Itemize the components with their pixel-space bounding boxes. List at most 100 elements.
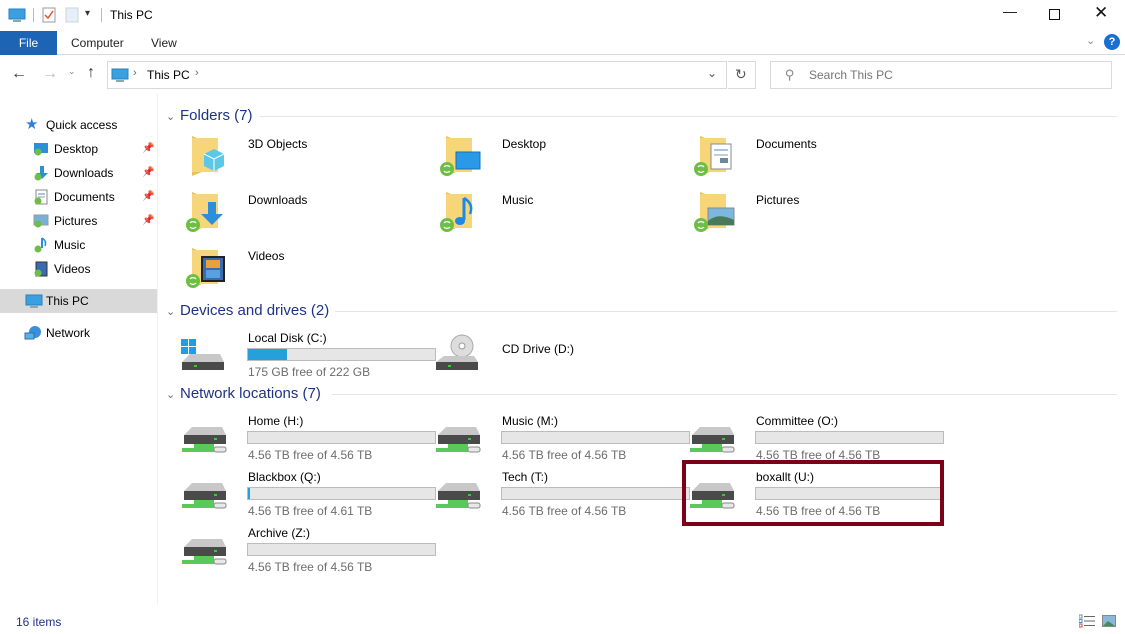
folder-item-music[interactable]: Music — [430, 188, 680, 242]
close-button[interactable]: ✕ — [1094, 3, 1108, 23]
desktop-folder-icon — [440, 136, 481, 176]
drive-usage-bar — [501, 487, 690, 500]
pin-icon[interactable]: 📌 — [142, 161, 154, 185]
expand-ribbon-icon[interactable]: ⌄ — [1086, 34, 1095, 47]
videos-folder-icon — [186, 248, 225, 288]
star-icon: ★ — [25, 116, 39, 133]
navigation-pane: ★ Quick access Desktop 📌 Downloads 📌 Doc… — [0, 94, 158, 604]
drive-item-local-disk-c[interactable]: Local Disk (C:) 175 GB free of 222 GB — [176, 326, 436, 380]
up-button[interactable]: ↑ — [87, 64, 95, 82]
network-drive-item[interactable]: Committee (O:) 4.56 TB free of 4.56 TB — [684, 409, 944, 463]
drive-usage-bar — [501, 431, 690, 444]
drive-free-space: 4.56 TB free of 4.61 TB — [248, 504, 373, 518]
highlight-annotation — [682, 460, 944, 526]
drive-usage-bar — [755, 431, 944, 444]
computer-icon — [111, 68, 129, 82]
sidebar-item-pictures[interactable]: Pictures 📌 — [0, 209, 157, 233]
network-drive-icon — [436, 483, 481, 509]
back-button[interactable]: ← — [11, 65, 27, 83]
documents-folder-icon — [694, 136, 732, 176]
desktop-icon — [34, 143, 48, 156]
details-view-button[interactable] — [1078, 614, 1095, 628]
maximize-button[interactable] — [1049, 9, 1060, 20]
search-icon: ⚲ — [785, 67, 795, 82]
ribbon-tabs: File Computer View ⌄ ? — [0, 31, 1125, 55]
network-drive-item[interactable]: Tech (T:) 4.56 TB free of 4.56 TB — [430, 465, 690, 519]
network-drive-item[interactable]: Archive (Z:) 4.56 TB free of 4.56 TB — [176, 521, 436, 575]
cd-drive-icon — [436, 334, 478, 370]
breadcrumb-chevron-icon[interactable]: › — [195, 67, 199, 79]
sidebar-item-videos[interactable]: Videos — [0, 257, 157, 281]
drive-usage-bar — [247, 348, 436, 361]
folder-item-downloads[interactable]: Downloads — [176, 188, 426, 242]
folder-name: Desktop — [502, 137, 547, 151]
sidebar-item-network[interactable]: Network — [0, 321, 157, 345]
drive-name: CD Drive (D:) — [502, 342, 574, 356]
chevron-down-icon: ⌄ — [166, 111, 176, 123]
minimize-button[interactable]: — — [1003, 3, 1017, 19]
drive-item-cd-drive-d[interactable]: CD Drive (D:) — [430, 326, 680, 380]
computer-icon[interactable] — [8, 8, 26, 23]
tab-view[interactable]: View — [151, 31, 177, 55]
pin-icon[interactable]: 📌 — [142, 185, 154, 209]
folder-name: Videos — [248, 249, 285, 263]
chevron-down-icon: ⌄ — [166, 306, 176, 318]
tab-computer[interactable]: Computer — [71, 31, 124, 55]
drive-name: Music (M:) — [502, 414, 558, 428]
help-icon[interactable]: ? — [1104, 34, 1120, 50]
folder-item-desktop[interactable]: Desktop — [430, 132, 680, 186]
customize-dropdown-icon[interactable]: ▾ — [85, 8, 90, 19]
sidebar-item-this-pc[interactable]: This PC — [0, 289, 157, 313]
sidebar-item-quick-access[interactable]: ★ Quick access — [0, 113, 157, 137]
network-drive-icon — [690, 427, 735, 453]
large-icons-view-button[interactable] — [1102, 614, 1116, 628]
folder-name: Documents — [756, 137, 817, 151]
refresh-button[interactable]: ↻ — [728, 61, 756, 89]
tab-file[interactable]: File — [0, 31, 57, 55]
sidebar-item-documents[interactable]: Documents 📌 — [0, 185, 157, 209]
folder-item-documents[interactable]: Documents — [684, 132, 934, 186]
folder-name: Music — [502, 193, 534, 207]
drive-usage-fill — [248, 488, 250, 499]
group-divider — [260, 116, 1117, 117]
pin-icon[interactable]: 📌 — [142, 137, 154, 161]
address-bar[interactable]: › This PC › ⌄ — [107, 61, 727, 89]
drive-name: Local Disk (C:) — [248, 331, 327, 345]
recent-locations-button[interactable]: ⌄ — [68, 66, 76, 77]
computer-icon — [25, 294, 43, 308]
pictures-icon — [33, 214, 49, 228]
sidebar-item-downloads[interactable]: Downloads 📌 — [0, 161, 157, 185]
sidebar-item-desktop[interactable]: Desktop 📌 — [0, 137, 157, 161]
separator — [101, 8, 102, 22]
network-drive-item[interactable]: Music (M:) 4.56 TB free of 4.56 TB — [430, 409, 690, 463]
drive-name: Tech (T:) — [502, 470, 549, 484]
navigation-bar: ← → ⌄ ↑ › This PC › ⌄ ↻ ⚲ — [0, 56, 1125, 94]
network-drive-icon — [182, 483, 227, 509]
search-input[interactable] — [809, 67, 1099, 83]
forward-button[interactable]: → — [42, 65, 58, 83]
new-folder-icon[interactable] — [65, 7, 79, 23]
drive-name: Blackbox (Q:) — [248, 470, 321, 484]
drive-free-space: 4.56 TB free of 4.56 TB — [502, 504, 627, 518]
group-header-network-locations[interactable]: ⌄ Network locations (7) — [166, 383, 321, 405]
network-drive-item[interactable]: Home (H:) 4.56 TB free of 4.56 TB — [176, 409, 436, 463]
videos-icon — [34, 261, 48, 277]
window-title: This PC — [110, 8, 153, 22]
large-icons-view-icon — [1102, 615, 1116, 627]
sidebar-item-music[interactable]: Music — [0, 233, 157, 257]
folder-item-pictures[interactable]: Pictures — [684, 188, 934, 242]
search-box[interactable]: ⚲ — [770, 61, 1112, 89]
network-drive-item[interactable]: Blackbox (Q:) 4.56 TB free of 4.61 TB — [176, 465, 436, 519]
downloads-icon — [34, 166, 48, 181]
drive-free-space: 175 GB free of 222 GB — [248, 365, 371, 379]
pin-icon[interactable]: 📌 — [142, 209, 154, 233]
group-header-devices[interactable]: ⌄ Devices and drives (2) — [166, 300, 329, 322]
folder-item-videos[interactable]: Videos — [176, 244, 426, 298]
properties-icon[interactable] — [42, 7, 56, 23]
drive-name: Archive (Z:) — [248, 526, 311, 540]
group-header-folders[interactable]: ⌄ Folders (7) — [166, 105, 253, 127]
drive-name: Home (H:) — [248, 414, 304, 428]
folder-item-3d-objects[interactable]: 3D Objects — [176, 132, 426, 186]
address-dropdown-icon[interactable]: ⌄ — [707, 66, 717, 80]
breadcrumb-this-pc[interactable]: This PC — [147, 68, 190, 82]
